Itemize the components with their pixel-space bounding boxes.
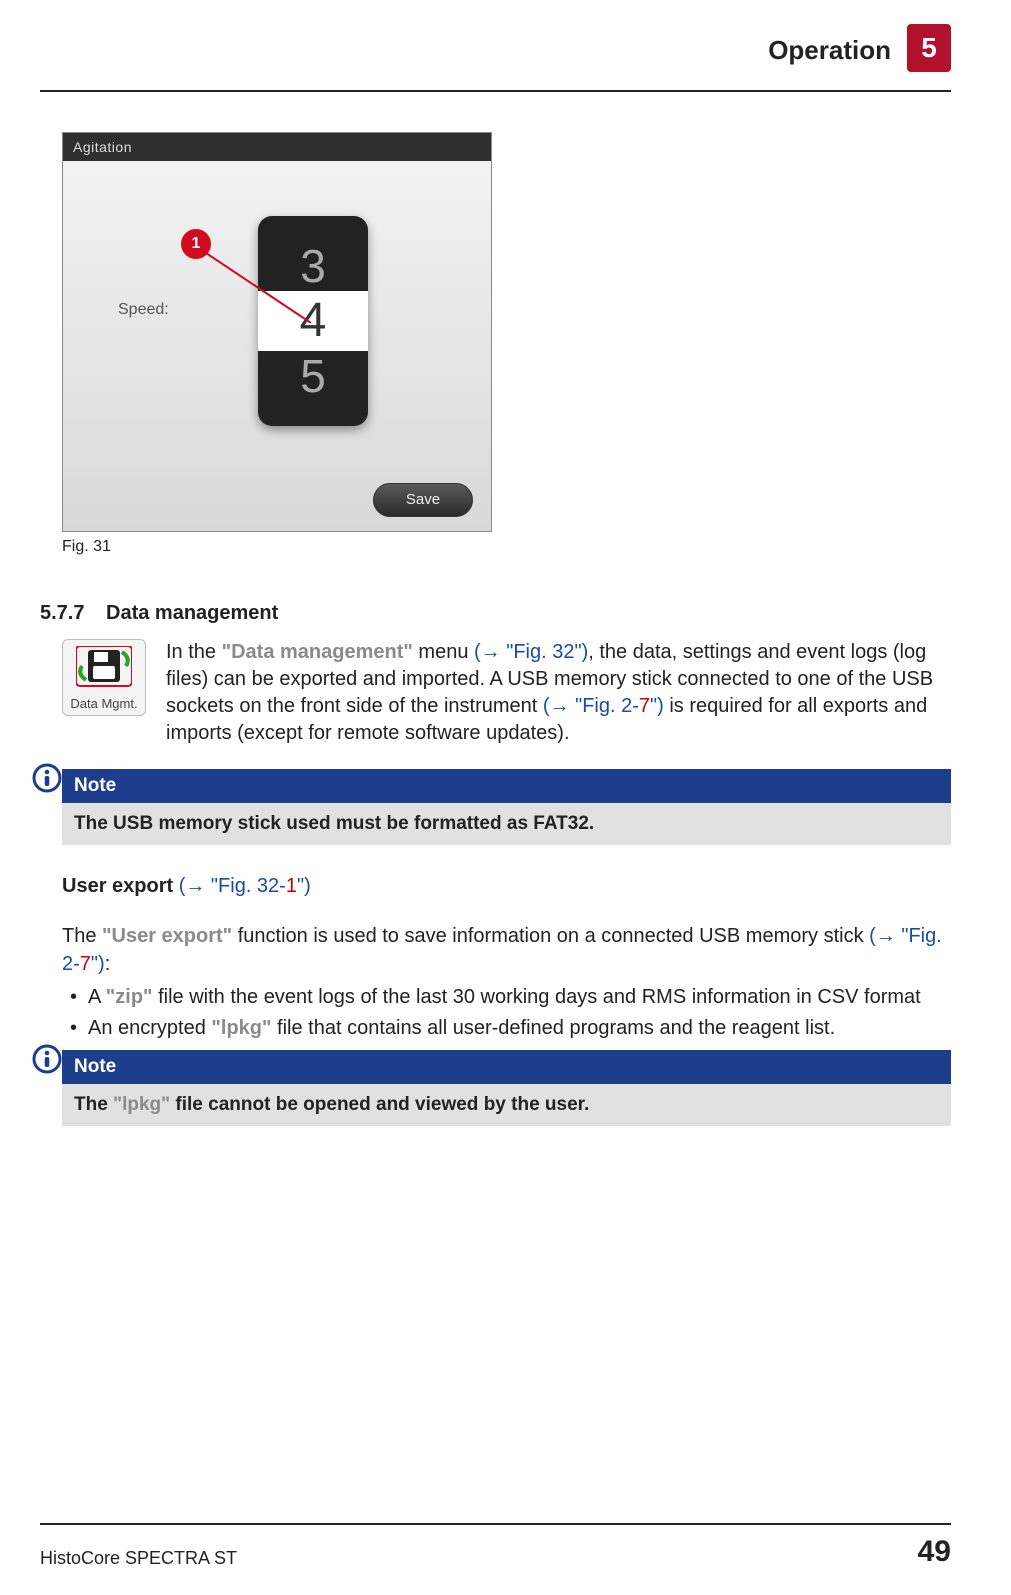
floppy-icon [76, 646, 132, 692]
data-mgmt-icon-label: Data Mgmt. [67, 696, 141, 711]
text: (→ "Fig. 2- [543, 695, 639, 717]
text: ") [650, 695, 664, 717]
term-lpkg-2: "lpkg" [113, 1094, 170, 1115]
text: (→ "Fig. 32- [173, 875, 286, 897]
figure-caption: Fig. 31 [62, 538, 951, 556]
note-block-2: Note The "lpkg" file cannot be opened an… [62, 1050, 951, 1126]
term-lpkg: "lpkg" [211, 1017, 271, 1039]
note-header: Note [62, 769, 951, 803]
section-title: Data management [106, 602, 278, 625]
page-number: 49 [918, 1535, 951, 1569]
text: An encrypted [88, 1017, 211, 1039]
dial-value-selected: 4 [258, 291, 368, 351]
product-name: HistoCore SPECTRA ST [40, 1548, 237, 1569]
dial-value-next: 5 [258, 351, 368, 401]
list-item: An encrypted "lpkg" file that contains a… [70, 1013, 951, 1044]
data-mgmt-icon: Data Mgmt. [62, 639, 146, 716]
header-rule [40, 90, 951, 92]
text: file with the event logs of the last 30 … [153, 986, 921, 1008]
section-number: 5.7.7 [40, 602, 92, 625]
xref-fig-32[interactable]: (→ "Fig. 32") [474, 641, 588, 663]
header-title: Operation [768, 35, 891, 66]
page-header: Operation 5 [40, 30, 951, 80]
text: A [88, 986, 106, 1008]
text: 1 [286, 875, 297, 897]
intro-paragraph: In the "Data management" menu (→ "Fig. 3… [166, 639, 951, 747]
save-button[interactable]: Save [373, 483, 473, 517]
text: ") [297, 875, 311, 897]
text: file that contains all user-defined prog… [272, 1017, 836, 1039]
text: file cannot be opened and viewed by the … [170, 1094, 589, 1115]
list-item: A "zip" file with the event logs of the … [70, 982, 951, 1013]
figure-agitation-panel: Agitation Speed: 3 4 5 1 Save [62, 132, 492, 532]
panel-title: Agitation [63, 133, 491, 161]
text: The [62, 925, 102, 947]
text: : [105, 953, 111, 975]
page-footer: HistoCore SPECTRA ST 49 [40, 1523, 951, 1569]
section-heading: 5.7.7 Data management [40, 602, 951, 625]
term-data-management: "Data management" [222, 641, 413, 663]
intro-row: Data Mgmt. In the "Data management" menu… [62, 639, 951, 747]
xref-fig-2-7[interactable]: (→ "Fig. 2-7") [543, 695, 664, 717]
bullet-list: A "zip" file with the event logs of the … [70, 982, 951, 1044]
info-icon [32, 1044, 62, 1074]
term-zip: "zip" [106, 986, 153, 1008]
callout-badge-1: 1 [181, 229, 211, 259]
user-export-heading: User export (→ "Fig. 32-1") [62, 875, 951, 898]
text: ") [91, 953, 105, 975]
speed-dial[interactable]: 3 4 5 [258, 216, 368, 426]
text: 7 [80, 953, 91, 975]
text: In the [166, 641, 222, 663]
text: menu [413, 641, 474, 663]
note-body: The "lpkg" file cannot be opened and vie… [62, 1084, 951, 1126]
note-header: Note [62, 1050, 951, 1084]
info-icon [32, 763, 62, 793]
panel-body: Speed: 3 4 5 1 Save [63, 161, 491, 531]
chapter-number-badge: 5 [907, 24, 951, 72]
user-export-paragraph: The "User export" function is used to sa… [62, 922, 951, 978]
text: 7 [639, 695, 650, 717]
term-user-export: "User export" [102, 925, 232, 947]
text: User export [62, 875, 173, 897]
xref-fig-32-1[interactable]: (→ "Fig. 32-1") [173, 875, 311, 897]
speed-label: Speed: [118, 301, 169, 319]
dial-value-prev: 3 [258, 241, 368, 291]
text: function is used to save information on … [232, 925, 869, 947]
note-body: The USB memory stick used must be format… [62, 803, 951, 845]
text: The [74, 1094, 113, 1115]
note-block-1: Note The USB memory stick used must be f… [62, 769, 951, 845]
